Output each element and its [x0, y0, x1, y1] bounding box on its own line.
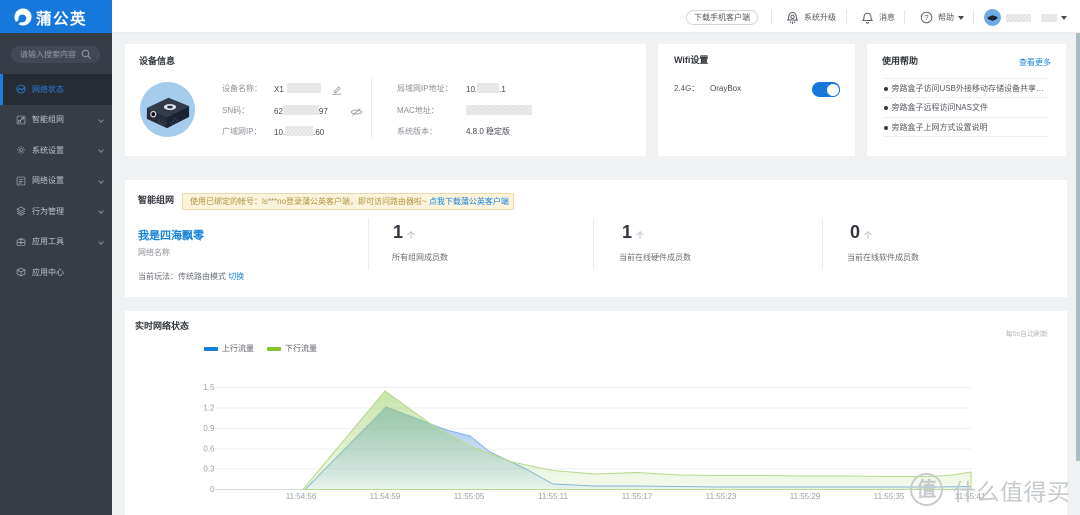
svg-text:0.3: 0.3	[203, 465, 215, 474]
svg-text:11:55:35: 11:55:35	[874, 492, 905, 501]
svg-text:0: 0	[210, 485, 215, 494]
svg-text:11:55:29: 11:55:29	[790, 492, 821, 501]
svg-text:11:55:23: 11:55:23	[706, 492, 737, 501]
svg-text:?: ?	[924, 13, 928, 22]
svg-text:11:55:05: 11:55:05	[454, 492, 485, 501]
svg-text:11:54:59: 11:54:59	[370, 492, 401, 501]
svg-text:0.6: 0.6	[203, 445, 215, 454]
svg-text:0.9: 0.9	[203, 424, 215, 433]
svg-text:11:55:11: 11:55:11	[538, 492, 569, 501]
svg-text:11:54:56: 11:54:56	[286, 492, 317, 501]
svg-text:1.5: 1.5	[203, 383, 215, 392]
svg-text:11:55:17: 11:55:17	[622, 492, 653, 501]
svg-text:1.2: 1.2	[203, 404, 215, 413]
